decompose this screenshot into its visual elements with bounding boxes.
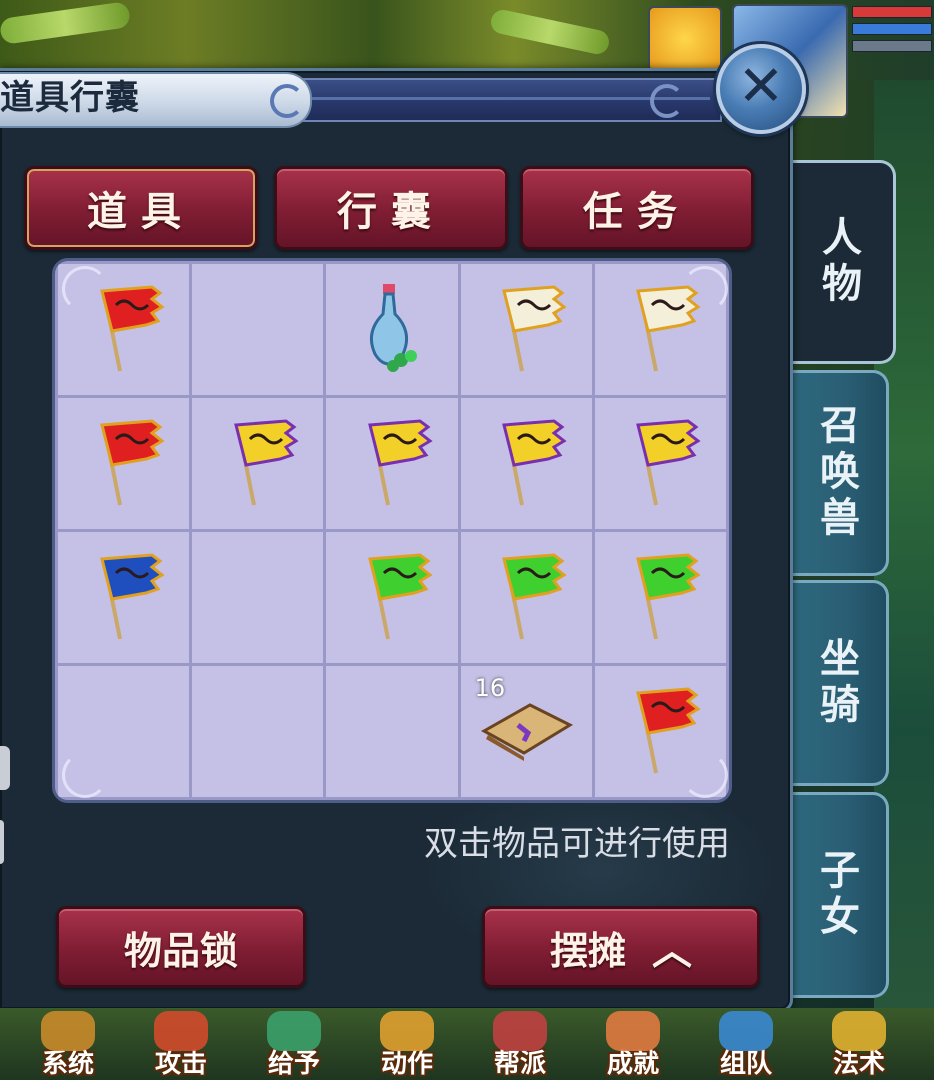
sword-menu-icon: [154, 1011, 208, 1051]
pet-avatar[interactable]: [648, 6, 722, 72]
side-tab-children[interactable]: 子女: [786, 792, 889, 998]
yellow-flag-icon: [484, 413, 568, 515]
side-tab-summon[interactable]: 召唤兽: [786, 370, 889, 576]
stall-button[interactable]: 摆摊 ︿: [482, 906, 760, 988]
menu-item[interactable]: 给予: [244, 1010, 344, 1080]
inventory-slot[interactable]: [594, 398, 726, 529]
titlebar-decoration: [300, 78, 722, 122]
menu-item[interactable]: 动作: [357, 1010, 457, 1080]
menu-item[interactable]: 攻击: [131, 1010, 231, 1080]
team-menu-icon: [719, 1011, 773, 1051]
green-flag-icon: [484, 547, 568, 649]
side-tab-label: 召唤兽: [813, 404, 859, 542]
corner-decoration: [62, 752, 108, 798]
item-lock-label: 物品锁: [123, 928, 238, 973]
tab-quest[interactable]: 任务: [520, 166, 754, 250]
inventory-slot[interactable]: 16: [460, 666, 592, 797]
tab-bag[interactable]: 行囊: [274, 166, 508, 250]
close-button[interactable]: ✕: [716, 44, 806, 134]
magic-menu-icon: [832, 1011, 886, 1051]
inventory-grid: 16: [52, 258, 732, 803]
menu-item[interactable]: 系统: [18, 1010, 118, 1080]
tab-label: 任务: [583, 189, 691, 235]
corner-decoration: [682, 266, 728, 312]
blue-vase-icon: [357, 280, 427, 380]
achievement-menu-icon: [606, 1011, 660, 1051]
give-menu-icon: [267, 1011, 321, 1051]
inventory-slot[interactable]: [58, 398, 190, 529]
inventory-slot[interactable]: [58, 532, 190, 663]
window-title: 道具行囊: [0, 78, 140, 118]
close-icon: ✕: [737, 54, 785, 119]
menu-item[interactable]: 帮派: [470, 1010, 570, 1080]
yellow-flag-icon: [216, 413, 300, 515]
swirl-icon: [650, 84, 684, 118]
side-tab-character[interactable]: 人物: [783, 160, 896, 364]
left-edge-handle[interactable]: [0, 746, 10, 790]
inventory-slot[interactable]: [594, 532, 726, 663]
scroll-menu-icon: [41, 1011, 95, 1051]
inventory-slot[interactable]: [326, 532, 458, 663]
status-bars: [852, 6, 932, 56]
item-lock-button[interactable]: 物品锁: [56, 906, 306, 988]
side-tab-mount[interactable]: 坐骑: [786, 580, 889, 786]
tab-label: 行囊: [337, 189, 445, 235]
menu-item[interactable]: 成就: [583, 1010, 683, 1080]
blue-flag-icon: [82, 547, 166, 649]
inventory-slot[interactable]: [326, 264, 458, 395]
inventory-slot[interactable]: [192, 264, 324, 395]
item-count: 16: [474, 674, 506, 702]
green-flag-icon: [618, 547, 702, 649]
tab-items[interactable]: 道具: [24, 166, 258, 250]
exp-bar: [852, 40, 932, 52]
action-menu-icon: [380, 1011, 434, 1051]
inventory-slot[interactable]: [192, 666, 324, 797]
yellow-flag-icon: [618, 413, 702, 515]
inventory-slot[interactable]: [460, 398, 592, 529]
inventory-slot[interactable]: [326, 398, 458, 529]
inventory-slot[interactable]: [192, 398, 324, 529]
scroll-icon: [478, 695, 574, 769]
left-edge-handle[interactable]: [0, 820, 4, 864]
inventory-slot[interactable]: [460, 532, 592, 663]
red-flag-icon: [82, 413, 166, 515]
corner-decoration: [682, 752, 728, 798]
corner-decoration: [62, 266, 108, 312]
side-tab-label: 坐骑: [813, 637, 859, 729]
chevron-up-icon: ︿: [652, 928, 692, 974]
side-tab-label: 人物: [815, 216, 861, 308]
white-flag-icon: [484, 279, 568, 381]
stall-label: 摆摊: [549, 928, 626, 973]
side-tab-label: 子女: [813, 849, 859, 941]
yellow-flag-icon: [350, 413, 434, 515]
tab-label: 道具: [87, 189, 195, 235]
inventory-slot[interactable]: [192, 532, 324, 663]
green-flag-icon: [350, 547, 434, 649]
usage-hint: 双击物品可进行使用: [424, 824, 730, 864]
mp-bar: [852, 23, 932, 35]
inventory-slot[interactable]: [326, 666, 458, 797]
menu-item[interactable]: 法术: [809, 1010, 909, 1080]
swirl-icon: [270, 84, 304, 118]
guild-menu-icon: [493, 1011, 547, 1051]
inventory-slot[interactable]: [460, 264, 592, 395]
hp-bar: [852, 6, 932, 18]
menu-item[interactable]: 组队: [696, 1010, 796, 1080]
